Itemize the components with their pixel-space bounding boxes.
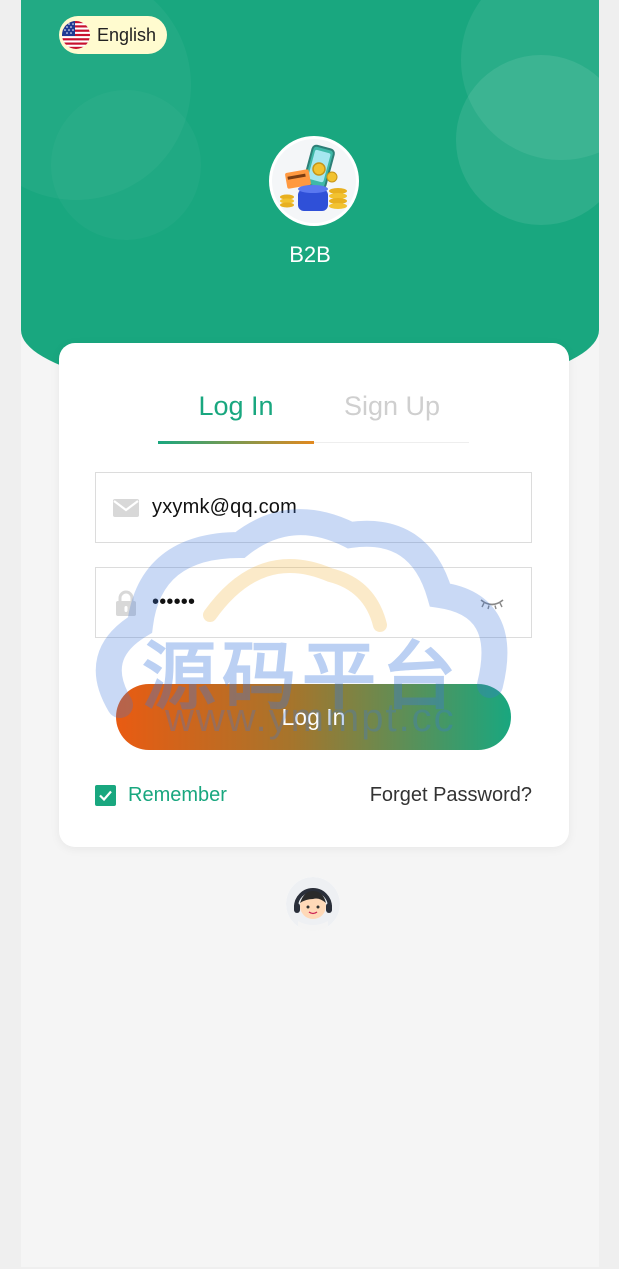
email-value[interactable]: yxymk@qq.com bbox=[152, 473, 297, 542]
email-field[interactable]: yxymk@qq.com bbox=[95, 472, 532, 543]
brand-name: B2B bbox=[289, 242, 331, 267]
us-flag-icon bbox=[62, 21, 90, 49]
lock-icon bbox=[116, 590, 136, 616]
forget-password-link[interactable]: Forget Password? bbox=[370, 784, 532, 807]
brand-logo bbox=[269, 136, 359, 226]
password-value[interactable]: •••••• bbox=[152, 568, 195, 637]
eye-closed-icon[interactable] bbox=[479, 593, 505, 613]
login-button[interactable]: Log In bbox=[116, 684, 511, 750]
app-screen: English B2B Log In Sign Up yxymk@qq.com … bbox=[21, 0, 599, 1267]
auth-tabs: Log In Sign Up bbox=[158, 381, 470, 444]
language-selector[interactable]: English bbox=[59, 16, 167, 54]
money-phone-logo-icon bbox=[272, 139, 356, 223]
customer-service-avatar-icon bbox=[286, 877, 340, 931]
language-label: English bbox=[97, 24, 157, 45]
decor-bubble bbox=[51, 90, 201, 240]
checkbox-checked-icon[interactable] bbox=[95, 784, 116, 806]
tab-log-in[interactable]: Log In bbox=[158, 391, 314, 422]
mail-icon bbox=[113, 499, 139, 517]
active-tab-indicator bbox=[158, 441, 314, 444]
login-card: Log In Sign Up yxymk@qq.com •••••• Log I… bbox=[59, 343, 569, 847]
password-field[interactable]: •••••• bbox=[95, 567, 532, 638]
remember-label[interactable]: Remember bbox=[128, 784, 227, 807]
customer-service-button[interactable] bbox=[286, 877, 340, 931]
tab-sign-up[interactable]: Sign Up bbox=[314, 391, 470, 422]
header-banner: English B2B bbox=[21, 0, 599, 400]
remember-checkbox[interactable]: Remember bbox=[95, 783, 227, 807]
